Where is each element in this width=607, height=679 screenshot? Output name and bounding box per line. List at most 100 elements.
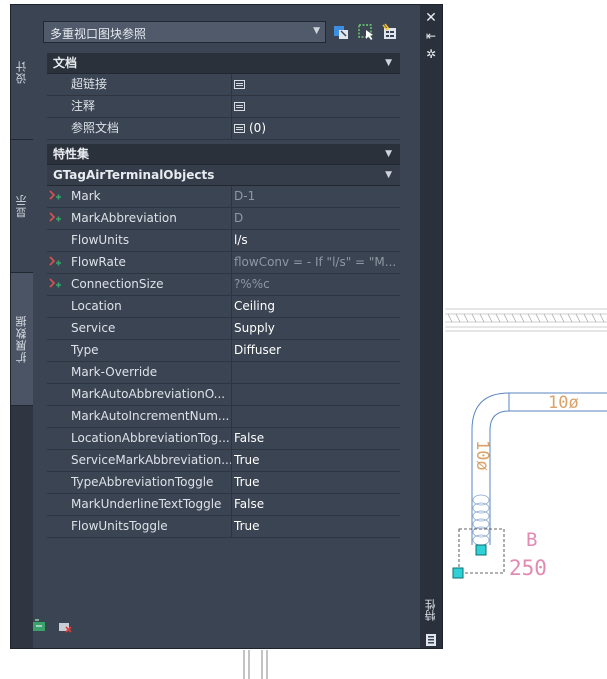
property-row[interactable]: 超链接: [47, 74, 400, 96]
section-header-property-sets[interactable]: 特性集 ▼: [47, 144, 400, 165]
palette-title-strip: ✕ ⇤ ✲ 特性: [420, 5, 442, 648]
section-header-document[interactable]: 文档 ▼: [47, 53, 400, 74]
property-row[interactable]: Type Diffuser: [47, 340, 400, 362]
collapse-icon[interactable]: ▼: [385, 165, 392, 185]
tab-extended-data[interactable]: 扩展数据: [11, 273, 33, 406]
list-icon: [234, 80, 245, 89]
property-value[interactable]: Ceiling: [234, 296, 400, 317]
property-name: ServiceMarkAbbreviation...: [71, 450, 232, 471]
add-property-set-icon[interactable]: [31, 619, 47, 633]
tab-label: 扩展数据: [15, 315, 28, 363]
property-name: Mark: [71, 186, 232, 207]
property-name: MarkUnderlineTextToggle: [71, 494, 232, 515]
formula-property-icon: [49, 190, 61, 200]
tab-design[interactable]: 设计: [11, 5, 33, 140]
property-name: 注释: [71, 96, 232, 117]
grip-handle[interactable]: [475, 544, 487, 556]
property-value[interactable]: True: [234, 472, 400, 493]
property-row[interactable]: MarkAutoIncrementNum...: [47, 406, 400, 428]
property-name: Type: [71, 340, 232, 361]
duct-size-label-h: 10ø: [548, 393, 579, 413]
property-row[interactable]: FlowRate flowConv = - If "l/s" = "M...: [47, 252, 400, 274]
properties-icon[interactable]: [424, 633, 438, 647]
property-row[interactable]: ConnectionSize ?%%c: [47, 274, 400, 296]
property-name: Mark-Override: [71, 362, 232, 383]
property-value[interactable]: D-1: [234, 186, 400, 207]
property-name: MarkAutoIncrementNum...: [71, 406, 232, 427]
settings-icon[interactable]: ✲: [424, 47, 438, 61]
property-value[interactable]: True: [234, 450, 400, 471]
flex-duct: [472, 494, 490, 546]
section-header-gtag[interactable]: GTagAirTerminalObjects ▼: [47, 165, 400, 186]
property-row[interactable]: FlowUnitsToggle True: [47, 516, 400, 538]
property-row[interactable]: Mark D-1: [47, 186, 400, 208]
property-name: MarkAutoAbbreviationO...: [71, 384, 232, 405]
property-row[interactable]: TypeAbbreviationToggle True: [47, 472, 400, 494]
tab-label: 显示: [15, 194, 28, 218]
property-value[interactable]: False: [234, 494, 400, 515]
property-name: LocationAbbreviationTog...: [71, 428, 232, 449]
section-title: 文档: [53, 56, 78, 70]
close-icon[interactable]: ✕: [424, 11, 438, 25]
gtag-property-rows: Mark D-1 MarkAbbreviation D FlowUnits l/s Flow…: [47, 186, 400, 538]
wall-lines-bottom: [243, 650, 268, 679]
property-row[interactable]: LocationAbbreviationTog... False: [47, 428, 400, 450]
section-title: GTagAirTerminalObjects: [53, 168, 215, 182]
tag-mark-text: B: [526, 529, 537, 551]
property-name: 超链接: [71, 74, 232, 95]
property-value[interactable]: ?%%c: [234, 274, 400, 295]
chevron-down-icon: ▼: [313, 26, 320, 36]
collapse-icon[interactable]: ▼: [385, 53, 392, 73]
palette-main: 多重视口图块参照 ▼ 文档 ▼ 超链接 注释 参照文档 (0) 特性集 ▼ GT…: [33, 5, 420, 648]
property-row[interactable]: MarkAbbreviation D: [47, 208, 400, 230]
auto-hide-icon[interactable]: ⇤: [424, 29, 438, 43]
property-value[interactable]: [234, 96, 400, 117]
property-row[interactable]: FlowUnits l/s: [47, 230, 400, 252]
section-title: 特性集: [53, 147, 90, 161]
property-row[interactable]: 参照文档 (0): [47, 118, 400, 140]
formula-property-icon: [49, 212, 61, 222]
property-row[interactable]: Service Supply: [47, 318, 400, 340]
property-name: TypeAbbreviationToggle: [71, 472, 232, 493]
quick-select-icon[interactable]: [380, 22, 400, 42]
formula-property-icon: [49, 278, 61, 288]
list-icon: [234, 124, 245, 133]
property-name: MarkAbbreviation: [71, 208, 232, 229]
properties-palette: 设计 显示 扩展数据 多重视口图块参照 ▼ 文档 ▼ 超链接 注释 参照文档 (…: [10, 4, 443, 649]
property-value[interactable]: False: [234, 428, 400, 449]
property-name: 参照文档: [71, 118, 232, 139]
property-value[interactable]: (0): [234, 118, 400, 139]
property-row[interactable]: ServiceMarkAbbreviation... True: [47, 450, 400, 472]
property-value[interactable]: D: [234, 208, 400, 229]
palette-title: 特性: [424, 599, 437, 621]
property-value[interactable]: Supply: [234, 318, 400, 339]
object-type-select[interactable]: 多重视口图块参照 ▼: [43, 21, 326, 43]
property-value[interactable]: [234, 74, 400, 95]
tab-label: 设计: [15, 60, 28, 84]
property-value[interactable]: l/s: [234, 230, 400, 251]
duct-size-label-v: 10ø: [472, 440, 492, 471]
property-row[interactable]: MarkUnderlineTextToggle False: [47, 494, 400, 516]
select-objects-icon[interactable]: [356, 22, 376, 42]
pickadd-toggle-icon[interactable]: [331, 22, 351, 42]
formula-property-icon: [49, 256, 61, 266]
property-grid: 文档 ▼ 超链接 注释 参照文档 (0) 特性集 ▼ GTagAirTermin: [47, 53, 400, 538]
property-row[interactable]: Mark-Override: [47, 362, 400, 384]
property-value[interactable]: flowConv = - If "l/s" = "M...: [234, 252, 400, 273]
remove-property-set-icon[interactable]: [57, 620, 73, 634]
object-type-value: 多重视口图块参照: [50, 27, 147, 41]
grip-handle-corner[interactable]: [452, 567, 464, 579]
property-value[interactable]: Diffuser: [234, 340, 400, 361]
palette-tabs: 设计 显示 扩展数据: [11, 5, 33, 648]
property-name: FlowUnits: [71, 230, 232, 251]
property-name: ConnectionSize: [71, 274, 232, 295]
palette-toolbar: 多重视口图块参照 ▼: [43, 21, 413, 45]
property-row[interactable]: MarkAutoAbbreviationO...: [47, 384, 400, 406]
tab-display[interactable]: 显示: [11, 140, 33, 273]
property-value[interactable]: True: [234, 516, 400, 537]
property-row[interactable]: Location Ceiling: [47, 296, 400, 318]
collapse-icon[interactable]: ▼: [385, 144, 392, 164]
property-name: Location: [71, 296, 232, 317]
wall-hatch: [445, 308, 607, 332]
property-row[interactable]: 注释: [47, 96, 400, 118]
